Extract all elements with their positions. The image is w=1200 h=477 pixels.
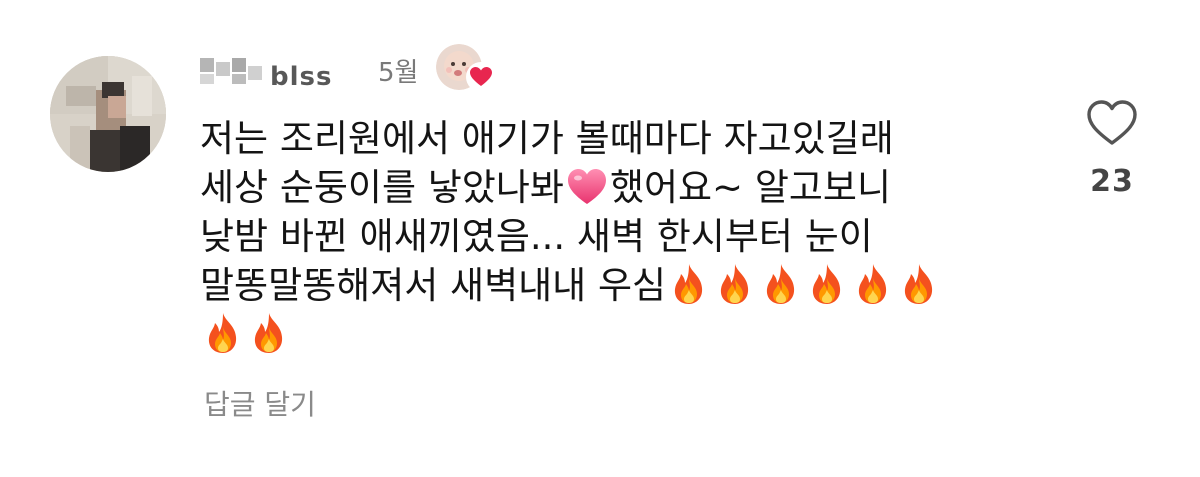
- like-button[interactable]: [1085, 98, 1139, 148]
- fire-emoji: [667, 262, 711, 306]
- author-liked-badge: [432, 42, 498, 98]
- comment-text: 했어요~ 알고보니: [609, 166, 891, 209]
- comment-header: blss 5월: [200, 42, 498, 98]
- comment-line: 낮밤 바뀐 애새끼였음... 새벽 한시부터 눈이: [200, 212, 1060, 261]
- red-heart-icon: [466, 62, 497, 92]
- comment-text: 낮밤 바뀐 애새끼였음... 새벽 한시부터 눈이: [200, 215, 873, 258]
- username[interactable]: blss: [200, 52, 368, 92]
- comment-body: 저는 조리원에서 애기가 볼때마다 자고있길래 세상 순둥이를 낳았나봐 했어요~…: [200, 114, 1060, 359]
- fire-emoji: [851, 262, 895, 306]
- comment-time: 5월: [378, 57, 419, 88]
- fire-emoji: [713, 262, 757, 306]
- comment-text: 말똥말똥해져서 새벽내내 우심: [200, 264, 667, 307]
- reply-button[interactable]: 답글 달기: [204, 383, 316, 423]
- comment-line: 저는 조리원에서 애기가 볼때마다 자고있길래: [200, 114, 1060, 163]
- pink-heart-emoji: [565, 164, 609, 208]
- fire-emoji: [805, 262, 849, 306]
- comment-text: 저는 조리원에서 애기가 볼때마다 자고있길래: [200, 117, 894, 160]
- comment-item: blss 5월 저는 조리원에서 애기가 볼때마다 자고있길래 세상 순둥이를 …: [0, 0, 1200, 477]
- like-count: 23: [1090, 164, 1134, 199]
- heart-outline-icon: [1087, 100, 1137, 145]
- comment-line: [200, 310, 1060, 359]
- avatar[interactable]: [50, 56, 166, 172]
- username-text: blss: [270, 62, 333, 92]
- fire-emoji: [247, 311, 291, 355]
- fire-emoji: [897, 262, 941, 306]
- comment-line: 세상 순둥이를 낳았나봐 했어요~ 알고보니: [200, 163, 1060, 212]
- comment-line: 말똥말똥해져서 새벽내내 우심: [200, 261, 1060, 310]
- comment-text: 세상 순둥이를 낳았나봐: [200, 166, 564, 209]
- fire-emoji: [759, 262, 803, 306]
- fire-emoji: [201, 311, 245, 355]
- like-section: 23: [1082, 98, 1142, 199]
